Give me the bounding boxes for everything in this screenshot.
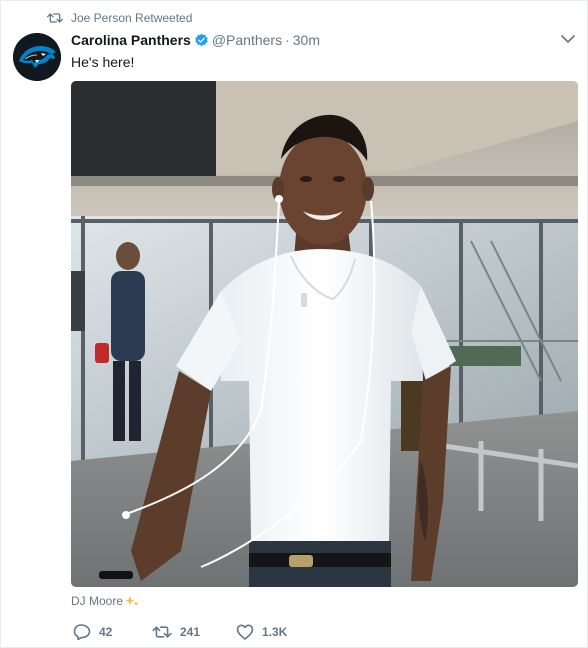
reply-icon: [73, 624, 91, 640]
like-button[interactable]: 1.3K: [236, 624, 296, 640]
retweet-count: 241: [180, 625, 201, 639]
tweet-photo[interactable]: [71, 81, 578, 587]
tweet-timestamp[interactable]: 30m: [293, 32, 320, 48]
retweet-icon: [152, 626, 172, 638]
media-tagged-user[interactable]: DJ Moore: [71, 594, 139, 608]
panther-logo-icon: [13, 33, 61, 81]
reply-button[interactable]: 42: [73, 624, 128, 640]
tweet-card[interactable]: Joe Person Retweeted Carolina Panthers @…: [0, 0, 588, 648]
like-count: 1.3K: [262, 625, 288, 639]
tweet-actions: 42 241 1.3K: [73, 622, 320, 642]
chevron-down-icon[interactable]: [561, 34, 575, 44]
retweet-icon: [47, 13, 63, 23]
heart-icon: [236, 624, 254, 640]
sparkle-emoji-icon: [125, 596, 139, 606]
tweet-header: Carolina Panthers @Panthers · 30m: [71, 30, 547, 50]
verified-badge-icon: [195, 33, 208, 46]
header-separator: ·: [285, 32, 290, 48]
author-display-name[interactable]: Carolina Panthers: [71, 32, 191, 48]
tagged-user-name[interactable]: DJ Moore: [71, 594, 123, 608]
tweet-text: He's here!: [71, 54, 135, 70]
photo-illustration: [71, 81, 578, 587]
author-handle[interactable]: @Panthers: [212, 32, 282, 48]
retweet-context-text[interactable]: Joe Person Retweeted: [71, 11, 192, 25]
avatar[interactable]: [13, 33, 61, 81]
reply-count: 42: [99, 625, 113, 639]
retweet-context: Joe Person Retweeted: [47, 9, 192, 27]
retweet-button[interactable]: 241: [152, 624, 212, 640]
